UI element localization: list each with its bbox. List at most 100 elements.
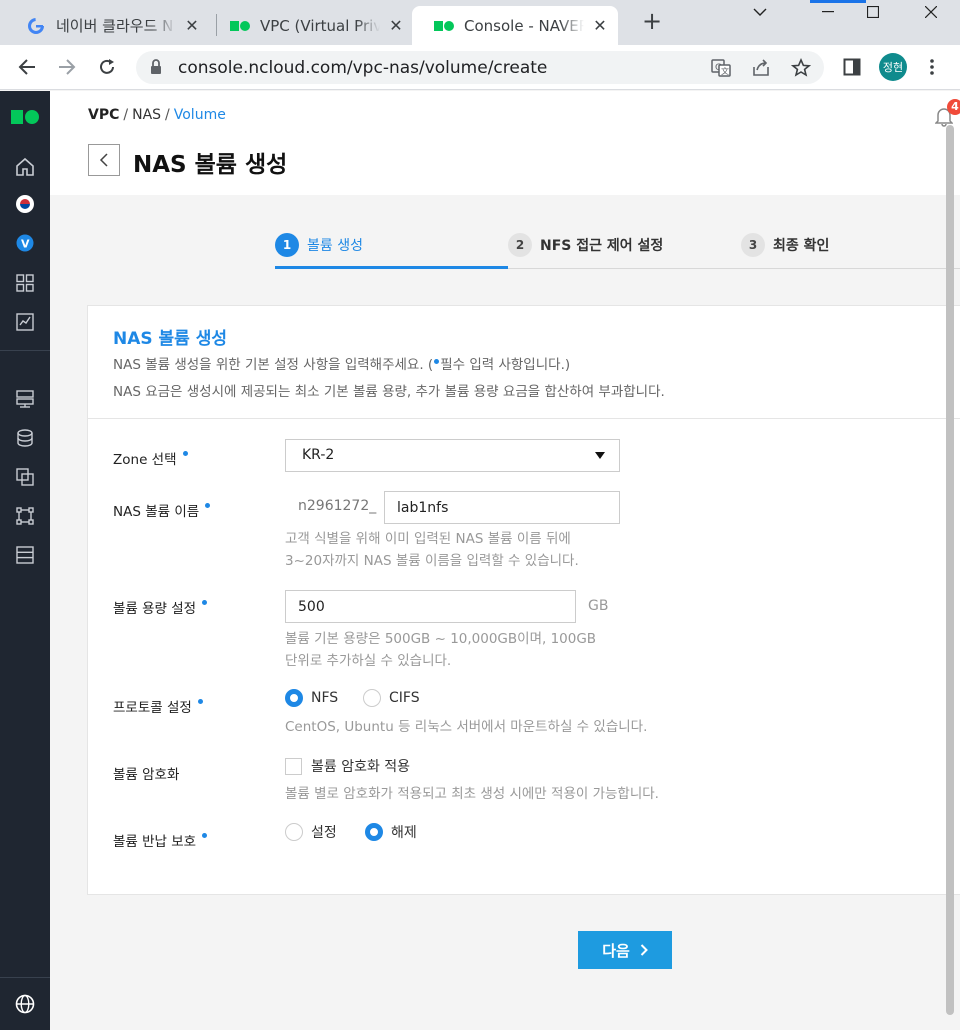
network-nodes-icon[interactable]	[13, 504, 37, 528]
google-g-icon	[26, 17, 46, 34]
zone-select[interactable]: KR-2	[285, 439, 620, 472]
tab-title: VPC (Virtual Privat	[260, 16, 380, 35]
volume-size-label-text: 볼륨 용량 설정	[113, 601, 197, 617]
volume-size-input[interactable]	[285, 590, 576, 623]
radio-label: CIFS	[389, 690, 420, 706]
new-tab-button[interactable]: +	[640, 9, 664, 34]
tab-title: Console - NAVER	[464, 16, 584, 35]
step-number: 1	[275, 233, 299, 257]
more-menu-icon[interactable]	[918, 53, 946, 81]
ncloud-logo-icon	[434, 18, 454, 34]
close-tab-icon[interactable]: ✕	[184, 16, 200, 35]
step-number: 2	[508, 233, 532, 257]
required-dot-icon	[202, 833, 208, 838]
maximize-icon[interactable]	[850, 0, 896, 24]
checkbox-label: 볼륨 암호화 적용	[311, 759, 411, 775]
radio-label: 해제	[391, 825, 417, 841]
translate-icon[interactable]: G文	[710, 57, 732, 79]
protocol-cifs-radio[interactable]: CIFS	[363, 689, 420, 707]
return-protection-label-text: 볼륨 반납 보호	[113, 834, 197, 850]
radio-label: 설정	[311, 825, 337, 841]
zone-select-value: KR-2	[302, 447, 335, 463]
vpc-platform-icon[interactable]: V	[13, 231, 37, 255]
volume-size-label: 볼륨 용량 설정	[113, 597, 208, 617]
browser-toolbar: console.ncloud.com/vpc-nas/volume/create…	[0, 45, 960, 90]
server-icon[interactable]	[13, 387, 37, 411]
back-button[interactable]	[88, 144, 120, 176]
browser-tab-2[interactable]: VPC (Virtual Privat ✕	[208, 6, 414, 45]
reload-icon[interactable]	[93, 53, 121, 81]
zone-label: Zone 선택	[113, 448, 188, 468]
form-description: NAS 볼륨 생성을 위한 기본 설정 사항을 입력해주세요. (필수 입력 사…	[113, 353, 570, 373]
required-dot-icon	[434, 358, 440, 364]
bookmark-star-icon[interactable]	[790, 57, 812, 79]
encryption-checkbox[interactable]: 볼륨 암호화 적용	[285, 756, 410, 776]
svg-text:V: V	[21, 238, 30, 251]
volume-size-help: 볼륨 기본 용량은 500GB ~ 10,000GB이며, 100GB 단위로 …	[285, 628, 596, 672]
step-label: 최종 확인	[773, 238, 830, 254]
forward-arrow-icon[interactable]	[53, 53, 81, 81]
share-icon[interactable]	[750, 57, 772, 79]
protocol-nfs-radio[interactable]: NFS	[285, 689, 338, 707]
close-tab-icon[interactable]: ✕	[388, 16, 404, 35]
globe-language-icon[interactable]	[13, 992, 37, 1016]
form-pricing-note: NAS 요금은 생성시에 제공되는 최소 기본 볼륨 용량, 추가 볼륨 용량 …	[113, 384, 665, 400]
ncloud-logo-icon[interactable]	[11, 109, 39, 124]
encryption-help: 볼륨 별로 암호화가 적용되고 최초 생성 시에만 적용이 가능합니다.	[285, 786, 659, 802]
help-line: 3~20자까지 NAS 볼륨 이름을 입력할 수 있습니다.	[285, 553, 579, 569]
nav-divider	[0, 977, 50, 978]
storage-list-icon[interactable]	[13, 543, 37, 567]
step-indicator: 1 볼륨 생성 2 NFS 접근 제어 설정 3 최종 확인	[275, 230, 960, 270]
next-button-label: 다음	[602, 942, 630, 960]
dashboard-grid-icon[interactable]	[13, 271, 37, 295]
help-line: 단위로 추가하실 수 있습니다.	[285, 653, 452, 669]
breadcrumb-nas[interactable]: NAS	[132, 107, 161, 123]
zone-label-text: Zone 선택	[113, 452, 177, 468]
side-panel-icon[interactable]	[838, 53, 866, 81]
address-bar[interactable]: console.ncloud.com/vpc-nas/volume/create…	[136, 51, 824, 84]
breadcrumb: VPC / NAS / Volume	[88, 107, 226, 123]
return-protection-set-radio[interactable]: 설정	[285, 822, 337, 842]
minimize-icon[interactable]	[805, 0, 851, 24]
browser-tab-3[interactable]: Console - NAVER ✕	[412, 6, 618, 45]
dropdown-caret-icon	[595, 452, 605, 459]
breadcrumb-volume[interactable]: Volume	[174, 107, 226, 123]
page-scrollbar[interactable]	[946, 125, 954, 1015]
return-protection-label: 볼륨 반납 보호	[113, 830, 208, 850]
close-tab-icon[interactable]: ✕	[592, 16, 608, 35]
volume-size-unit: GB	[588, 598, 609, 614]
url-text: console.ncloud.com/vpc-nas/volume/create	[178, 58, 548, 78]
protocol-label-text: 프로토콜 설정	[113, 700, 192, 716]
volume-name-label: NAS 볼륨 이름	[113, 500, 211, 520]
volume-name-help: 고객 식별을 위해 이미 입력된 NAS 볼륨 이름 뒤에 3~20자까지 NA…	[285, 528, 579, 572]
radio-circle	[363, 689, 381, 707]
next-button[interactable]: 다음	[578, 931, 672, 969]
profile-avatar[interactable]: 정현	[879, 53, 907, 81]
volume-name-input[interactable]	[384, 491, 620, 524]
step-2: 2 NFS 접근 제어 설정	[508, 233, 663, 257]
storage-copy-icon[interactable]	[13, 465, 37, 489]
tab-title: 네이버 클라우드 N	[56, 17, 174, 35]
notification-badge: 4	[947, 99, 960, 115]
step-number: 3	[741, 233, 765, 257]
browser-tab-1[interactable]: 네이버 클라우드 N ✕	[4, 6, 210, 45]
database-icon[interactable]	[13, 426, 37, 450]
close-window-icon[interactable]	[908, 0, 954, 24]
region-korea-flag-icon[interactable]	[13, 192, 37, 216]
protocol-help: CentOS, Ubuntu 등 리눅스 서버에서 마운트하실 수 있습니다.	[285, 719, 648, 735]
required-dot-icon	[197, 699, 203, 704]
step-label: NFS 접근 제어 설정	[540, 238, 664, 254]
form-title: NAS 볼륨 생성	[113, 329, 228, 349]
radio-label: NFS	[311, 690, 339, 706]
home-icon[interactable]	[13, 155, 37, 179]
left-nav: V	[0, 91, 50, 1030]
lock-icon	[150, 59, 162, 79]
back-arrow-icon[interactable]	[13, 53, 41, 81]
return-protection-unset-radio[interactable]: 해제	[365, 822, 417, 842]
monitoring-chart-icon[interactable]	[13, 310, 37, 334]
required-dot-icon	[205, 503, 211, 508]
breadcrumb-vpc[interactable]: VPC	[88, 107, 119, 123]
tab-search-icon[interactable]	[737, 0, 783, 24]
active-step-underline	[275, 266, 508, 269]
protocol-label: 프로토콜 설정	[113, 696, 203, 716]
